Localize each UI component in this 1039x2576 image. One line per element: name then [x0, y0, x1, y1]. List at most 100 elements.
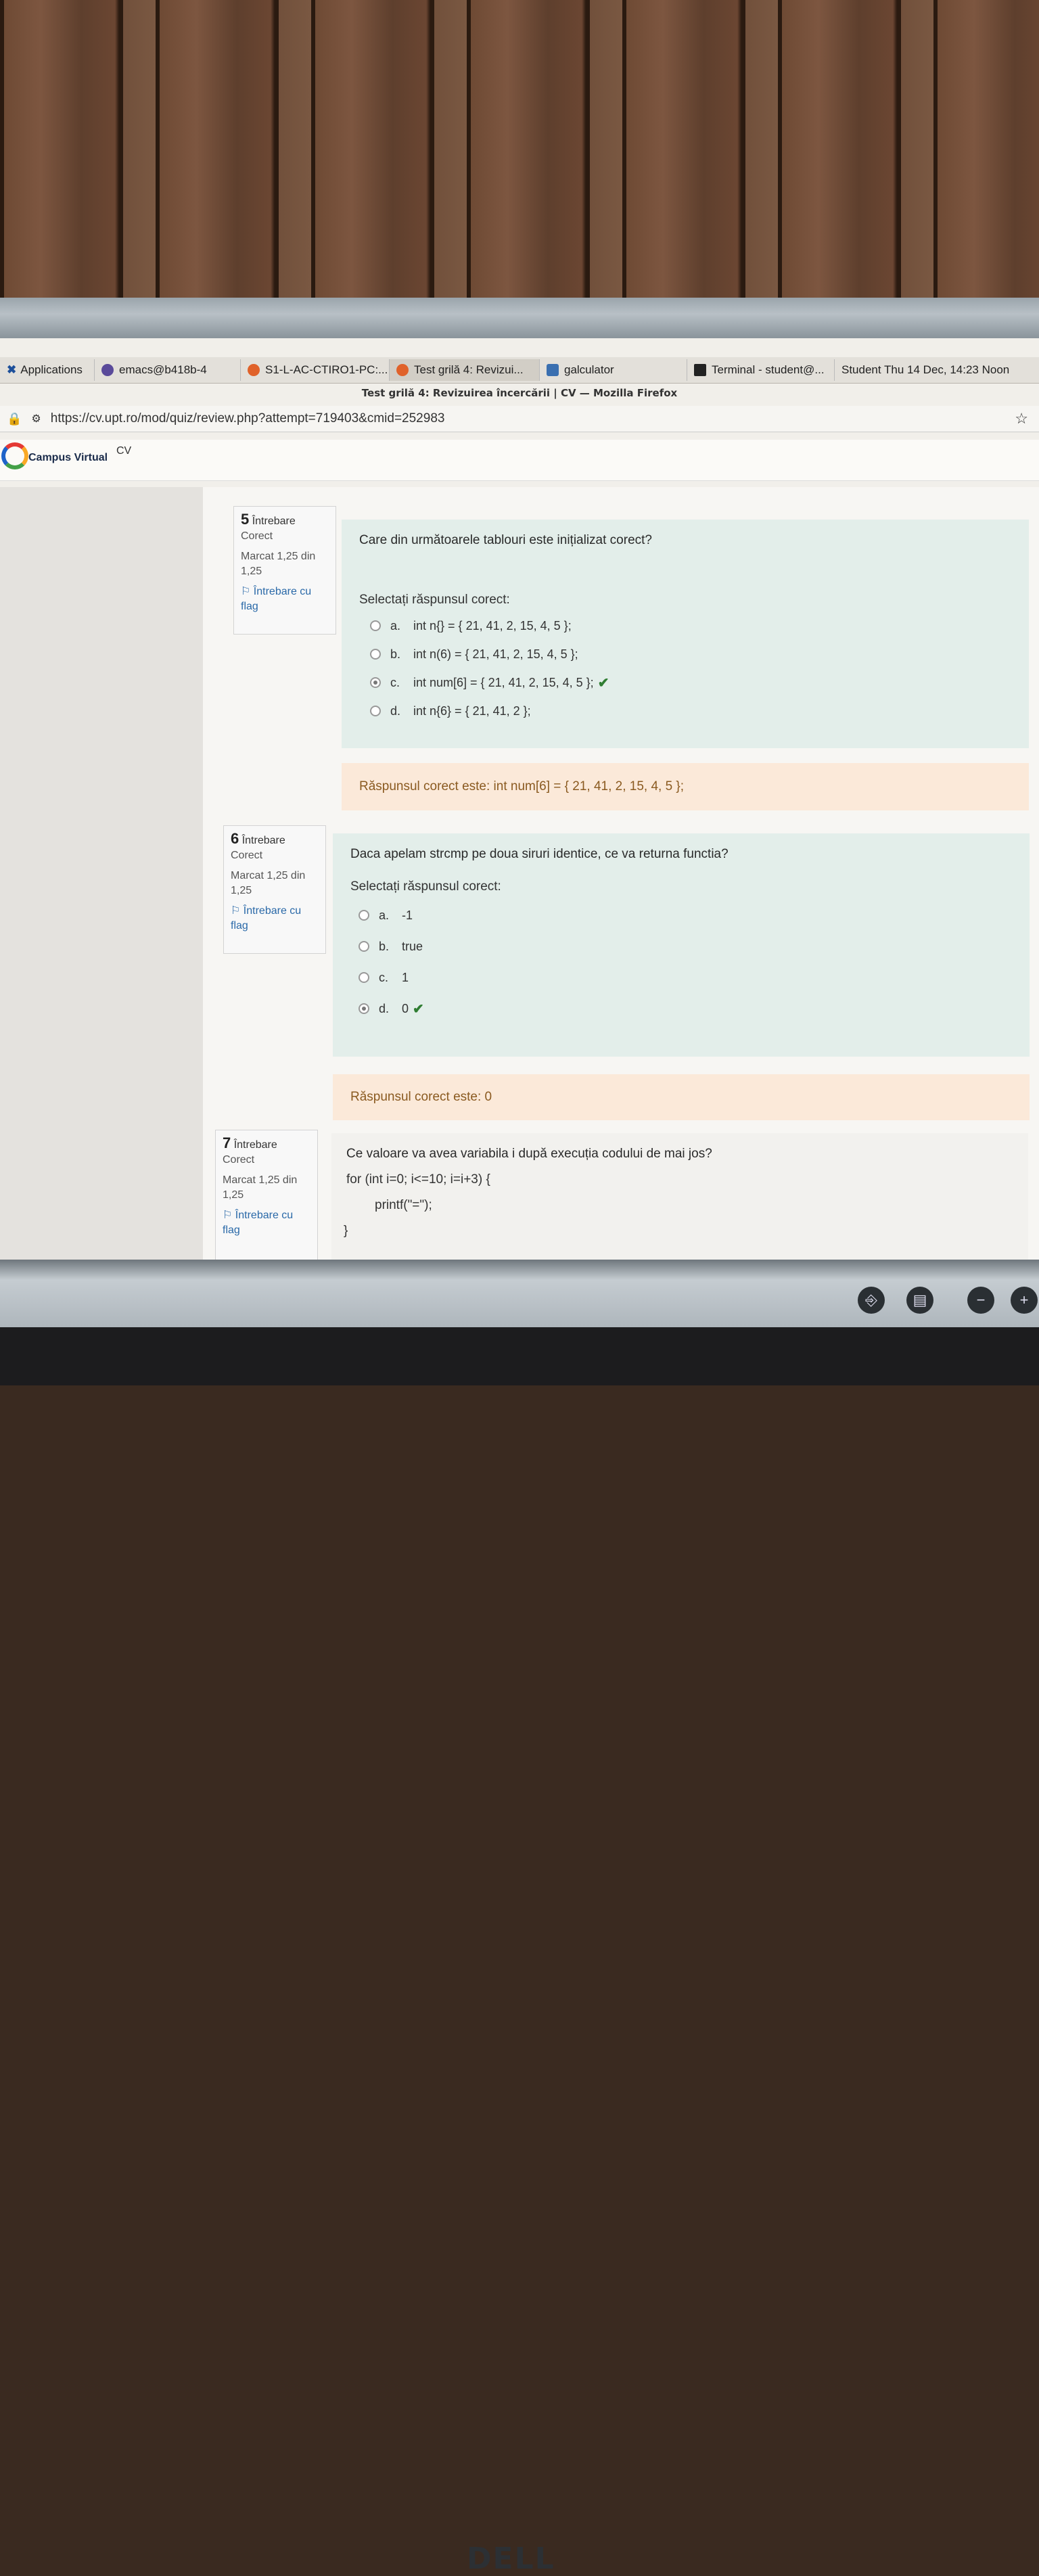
- answer-text: 1: [402, 970, 409, 984]
- question-formulation-5: Care din următoarele tablouri este iniți…: [342, 520, 1029, 748]
- correct-answer-feedback-6: Răspunsul corect este: 0: [333, 1074, 1030, 1120]
- answer-letter: a.: [390, 618, 401, 632]
- task-label: S1-L-AC-CTIRO1-PC:...: [265, 363, 388, 376]
- answer-text: int n(6) = { 21, 41, 2, 15, 4, 5 };: [413, 647, 578, 661]
- task-terminal[interactable]: Terminal - student@...: [687, 359, 835, 381]
- answer-letter: a.: [379, 908, 390, 922]
- top-panel: ✖ Applications emacs@b418b-4 S1-L-AC-CTI…: [0, 357, 1039, 384]
- question-word: Întrebare: [252, 515, 296, 527]
- x-icon: ✖: [7, 363, 17, 376]
- radio-button-checked[interactable]: [370, 677, 381, 688]
- window-title: Test grilă 4: Revizuirea încercării | CV…: [361, 387, 678, 399]
- url-bar[interactable]: 🔒 ⚙ https://cv.upt.ro/mod/quiz/review.ph…: [0, 406, 1039, 432]
- site-header: Campus Virtual CV: [0, 440, 1039, 481]
- panel-status: Student Thu 14 Dec, 14:23 Noon: [835, 359, 1038, 381]
- radio-button[interactable]: [370, 649, 381, 660]
- question-state: Corect: [223, 1154, 255, 1166]
- answer-letter: b.: [379, 939, 390, 953]
- answer-option[interactable]: d. 0 ✔: [359, 993, 1012, 1024]
- site-name[interactable]: Campus Virtual: [28, 452, 108, 464]
- radio-button[interactable]: [359, 941, 369, 952]
- task-label: emacs@b418b-4: [119, 363, 207, 376]
- firefox-icon: [396, 364, 409, 376]
- clock-text: Student Thu 14 Dec, 14:23 Noon: [841, 363, 1010, 376]
- answer-text: int n{} = { 21, 41, 2, 15, 4, 5 };: [413, 618, 572, 632]
- check-mark-icon: ✔: [597, 675, 609, 691]
- applications-menu[interactable]: ✖ Applications: [0, 359, 95, 381]
- answer-option[interactable]: a. -1: [359, 900, 1012, 931]
- site-badge: CV: [116, 445, 132, 457]
- question-number: 6: [231, 830, 239, 847]
- answer-prompt: Selectați răspunsul corect:: [359, 593, 510, 607]
- quiz-content: 5 Întrebare Corect Marcat 1,25 din 1,25 …: [0, 487, 1039, 1260]
- question-state: Corect: [241, 530, 273, 542]
- answer-letter: c.: [379, 970, 389, 984]
- task-label: Terminal - student@...: [712, 363, 825, 376]
- lock-icon: 🔒: [7, 411, 22, 426]
- answer-option[interactable]: b. int n(6) = { 21, 41, 2, 15, 4, 5 };: [370, 640, 1011, 668]
- answer-text: int num[6] = { 21, 41, 2, 15, 4, 5 };: [413, 675, 594, 689]
- task-label: Applications: [20, 363, 83, 376]
- answer-prompt: Selectați răspunsul corect:: [350, 879, 501, 894]
- flag-icon: ⚐: [223, 1210, 233, 1221]
- plus-button-icon[interactable]: +: [1011, 1287, 1038, 1314]
- calculator-icon: [547, 364, 559, 376]
- task-label: galculator: [564, 363, 614, 376]
- left-column: [0, 487, 203, 1260]
- answer-letter: d.: [390, 704, 401, 718]
- permissions-icon[interactable]: ⚙: [31, 412, 41, 426]
- question-state: Corect: [231, 850, 263, 861]
- radio-button[interactable]: [359, 972, 369, 983]
- code-line: }: [344, 1224, 348, 1238]
- url-text[interactable]: https://cv.upt.ro/mod/quiz/review.php?at…: [51, 411, 445, 426]
- question-number: 5: [241, 511, 250, 528]
- question-formulation-7: Ce valoare va avea variabila i după exec…: [331, 1133, 1028, 1260]
- question-word: Întrebare: [241, 835, 285, 846]
- menu-button-icon[interactable]: ▤: [906, 1287, 933, 1314]
- answer-letter: d.: [379, 1001, 390, 1015]
- answer-option[interactable]: b. true: [359, 931, 1012, 962]
- radio-button-checked[interactable]: [359, 1003, 369, 1014]
- check-mark-icon: ✔: [413, 1001, 424, 1017]
- answer-option[interactable]: d. int n{6} = { 21, 41, 2 };: [370, 697, 1011, 725]
- question-text: Daca apelam strcmp pe doua siruri identi…: [350, 847, 729, 861]
- question-number: 7: [223, 1134, 231, 1151]
- flag-label: Întrebare cu flag: [223, 1210, 294, 1236]
- flag-icon: ⚐: [231, 905, 241, 917]
- question-word: Întrebare: [233, 1139, 277, 1151]
- flag-question-link[interactable]: ⚐ Întrebare cu flag: [231, 904, 319, 934]
- task-firefox-2[interactable]: Test grilă 4: Revizui...: [390, 359, 540, 381]
- answer-option[interactable]: c. 1: [359, 962, 1012, 993]
- answer-letter: b.: [390, 647, 401, 661]
- answer-option[interactable]: a. int n{} = { 21, 41, 2, 15, 4, 5 };: [370, 612, 1011, 640]
- question-mark: Marcat 1,25 din 1,25: [241, 551, 316, 577]
- flag-question-link[interactable]: ⚐ Întrebare cu flag: [241, 584, 329, 614]
- answer-text: true: [402, 939, 423, 953]
- question-text: Care din următoarele tablouri este iniți…: [359, 533, 652, 547]
- answer-option[interactable]: c. int num[6] = { 21, 41, 2, 15, 4, 5 };…: [370, 668, 1011, 697]
- task-galculator[interactable]: galculator: [540, 359, 687, 381]
- flag-question-link[interactable]: ⚐ Întrebare cu flag: [223, 1208, 310, 1238]
- radio-button[interactable]: [370, 620, 381, 631]
- input-source-button-icon[interactable]: ⎆: [858, 1287, 885, 1314]
- radio-button[interactable]: [370, 706, 381, 716]
- emacs-icon: [101, 364, 114, 376]
- bookmark-star-icon[interactable]: ☆: [1015, 410, 1028, 428]
- question-formulation-6: Daca apelam strcmp pe doua siruri identi…: [333, 833, 1030, 1057]
- code-line: for (int i=0; i<=10; i=i+3) {: [346, 1172, 490, 1187]
- task-firefox-1[interactable]: S1-L-AC-CTIRO1-PC:...: [241, 359, 390, 381]
- screen: ✖ Applications emacs@b418b-4 S1-L-AC-CTI…: [0, 338, 1039, 1260]
- question-mark: Marcat 1,25 din 1,25: [231, 870, 306, 896]
- answer-text: -1: [402, 908, 413, 922]
- minus-button-icon[interactable]: −: [967, 1287, 994, 1314]
- campus-logo-icon: [1, 442, 28, 469]
- answer-text: 0: [402, 1001, 409, 1015]
- flag-label: Întrebare cu flag: [241, 586, 312, 612]
- task-emacs[interactable]: emacs@b418b-4: [95, 359, 241, 381]
- answer-letter: c.: [390, 675, 400, 689]
- flag-label: Întrebare cu flag: [231, 905, 302, 932]
- question-info-5: 5 Întrebare Corect Marcat 1,25 din 1,25 …: [233, 506, 336, 635]
- terminal-icon: [694, 364, 706, 376]
- radio-button[interactable]: [359, 910, 369, 921]
- question-info-7: 7 Întrebare Corect Marcat 1,25 din 1,25 …: [215, 1130, 318, 1260]
